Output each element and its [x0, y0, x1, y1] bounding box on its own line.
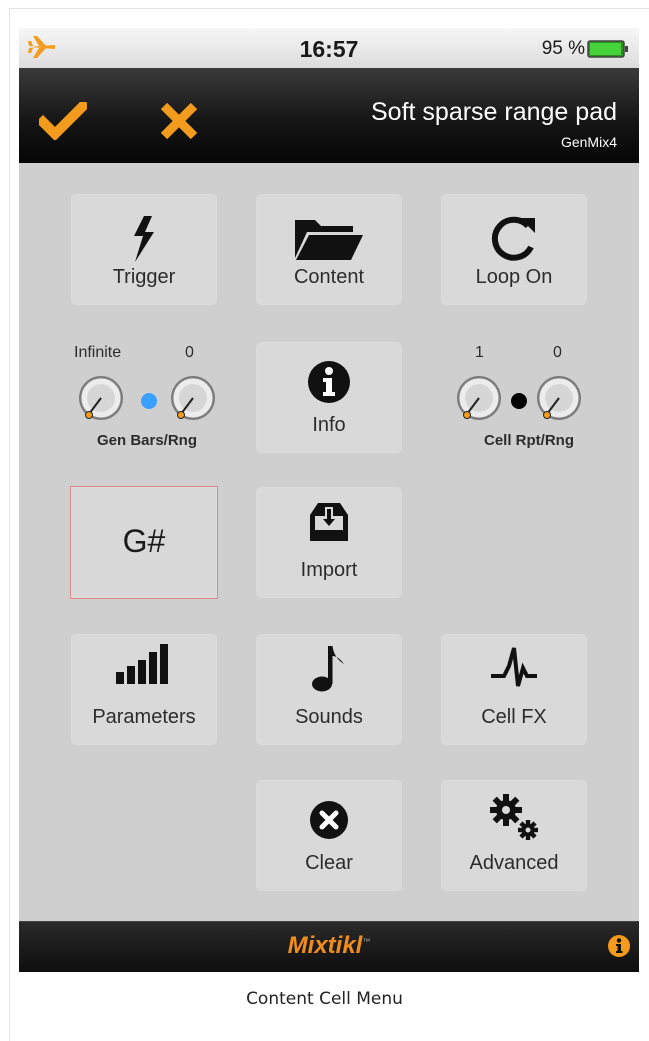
loop-label: Loop On [475, 266, 553, 288]
advanced-label: Advanced [469, 852, 559, 874]
gen-bars-value: Infinite [74, 344, 122, 361]
folder-icon [293, 218, 365, 265]
battery-percent: 95 % [541, 38, 585, 59]
cell-repeat-range-knobs: 1 0 Cell Rpt/Rng [449, 344, 609, 455]
trigger-label: Trigger [112, 266, 176, 288]
gen-link-indicator [141, 393, 157, 409]
trademark-mark: ™ [362, 937, 371, 946]
gen-bars-range-knobs: Infinite 0 Gen Bars/Rng [67, 344, 227, 455]
sounds-label: Sounds [295, 706, 363, 728]
cell-repeat-knob[interactable] [455, 374, 503, 427]
cell-repeat-value: 1 [475, 344, 484, 361]
waveform-icon [489, 646, 539, 693]
loop-button[interactable]: Loop On [441, 194, 587, 305]
trigger-button[interactable]: Trigger [71, 194, 217, 305]
cell-title: Soft sparse range pad [371, 98, 617, 126]
header-bar: Soft sparse range pad GenMix4 [19, 68, 639, 163]
cell-link-indicator [511, 393, 527, 409]
app-screen: 16:57 95 % Soft sparse range pad GenMix4 [19, 28, 639, 972]
gen-range-value: 0 [185, 344, 194, 361]
info-button[interactable]: Info [256, 342, 402, 453]
cell-fx-label: Cell FX [481, 706, 547, 728]
import-label: Import [300, 559, 358, 581]
clear-label: Clear [305, 852, 353, 874]
gears-icon [488, 792, 540, 847]
import-button[interactable]: Import [256, 487, 402, 598]
cancel-close-icon[interactable] [159, 102, 199, 145]
lightning-icon [132, 216, 156, 267]
content-button[interactable]: Content [256, 194, 402, 305]
battery-icon [587, 40, 629, 63]
content-label: Content [293, 266, 365, 288]
figure-caption: Content Cell Menu [246, 989, 403, 1009]
key-select-button[interactable]: G# [70, 486, 218, 599]
app-logo-text: Mixtikl [287, 932, 363, 959]
status-bar: 16:57 95 % [19, 28, 639, 68]
gen-bars-knob[interactable] [77, 374, 125, 427]
help-info-icon[interactable] [607, 934, 631, 963]
cell-repeat-range-caption: Cell Rpt/Rng [484, 432, 574, 449]
cell-fx-button[interactable]: Cell FX [441, 634, 587, 745]
app-logo: Mixtikl™ [19, 932, 639, 960]
clear-x-circle-icon [309, 800, 349, 845]
parameters-button[interactable]: Parameters [71, 634, 217, 745]
parameters-label: Parameters [92, 706, 196, 728]
loop-refresh-icon [490, 214, 538, 269]
gen-range-knob[interactable] [169, 374, 217, 427]
cell-subtitle: GenMix4 [560, 134, 617, 150]
advanced-button[interactable]: Advanced [441, 780, 587, 891]
music-note-icon [312, 644, 346, 697]
cell-range-knob[interactable] [535, 374, 583, 427]
bottom-bar: Mixtikl™ [19, 921, 639, 972]
confirm-check-icon[interactable] [35, 98, 91, 145]
info-icon [307, 360, 351, 409]
signal-bars-icon [116, 644, 172, 689]
clear-button[interactable]: Clear [256, 780, 402, 891]
key-label: G# [122, 523, 166, 559]
cell-range-value: 0 [553, 344, 562, 361]
gen-bars-range-caption: Gen Bars/Rng [96, 432, 198, 449]
sounds-button[interactable]: Sounds [256, 634, 402, 745]
import-tray-icon [308, 501, 350, 548]
info-label: Info [312, 414, 346, 436]
